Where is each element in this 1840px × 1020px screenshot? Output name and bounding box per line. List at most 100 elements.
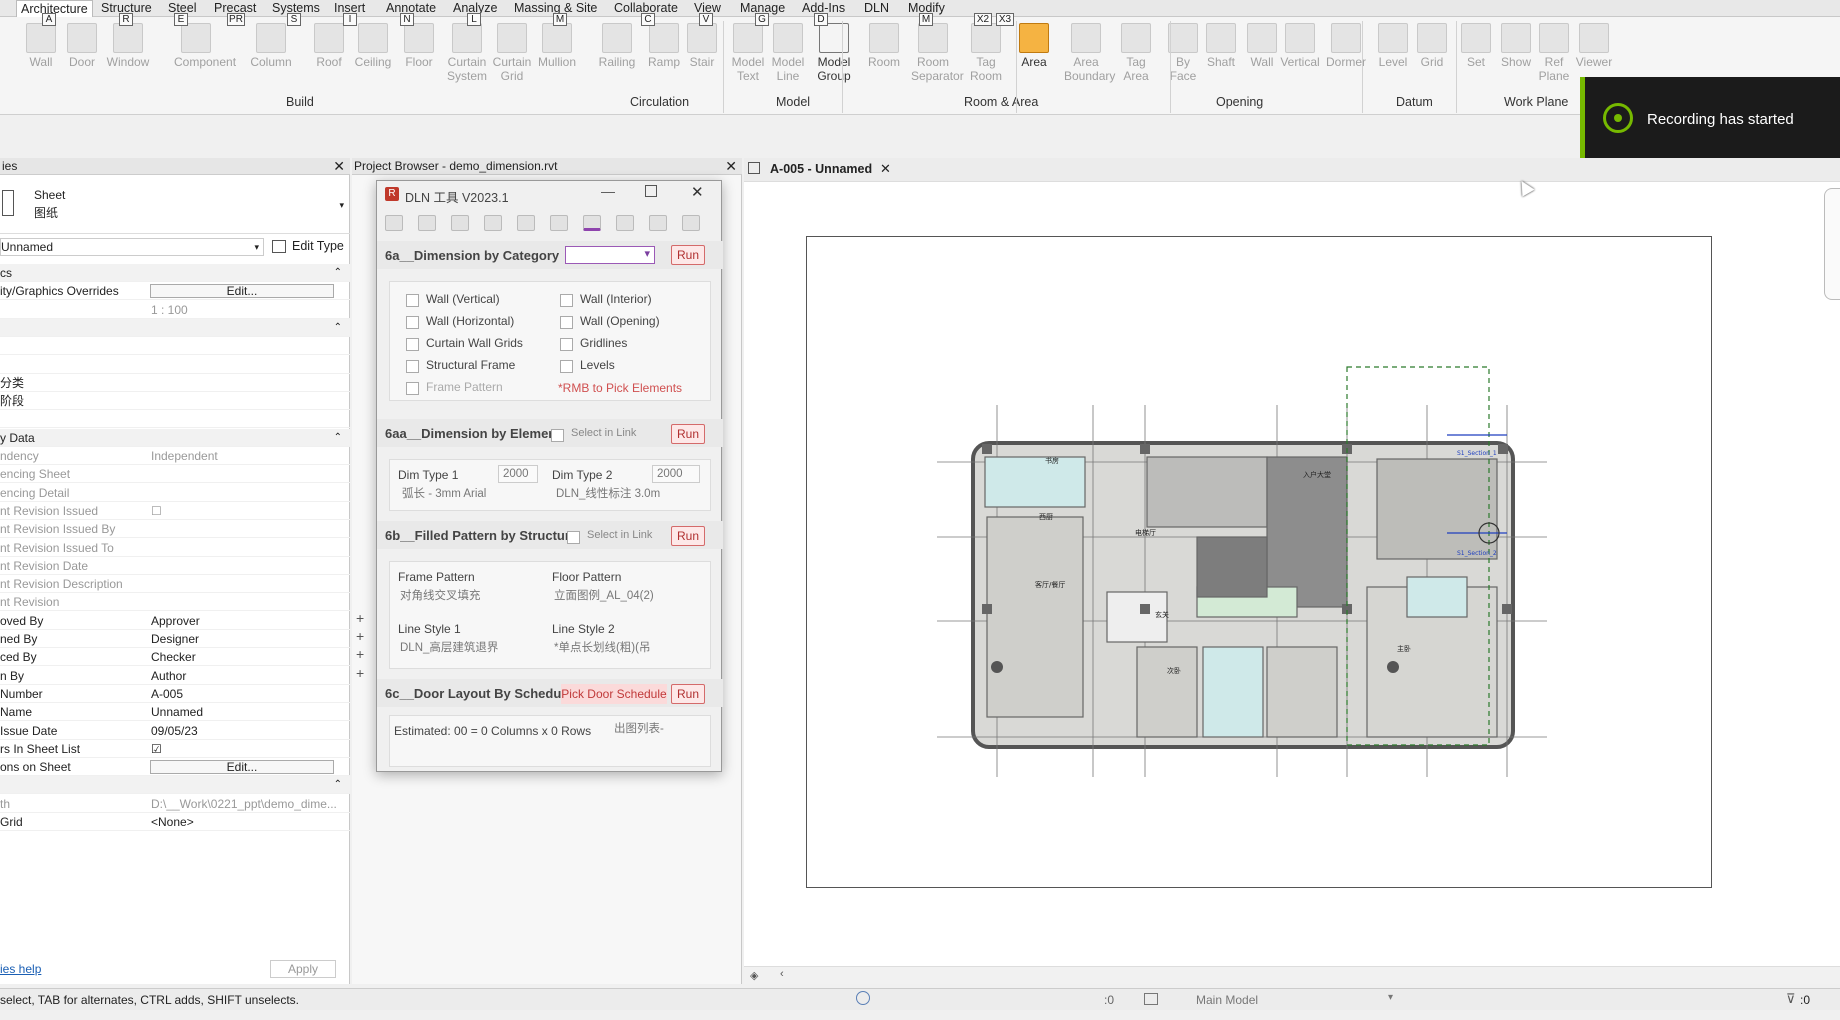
worksets-icon[interactable]: [1144, 993, 1158, 1005]
dim2-value[interactable]: 2000: [652, 465, 700, 483]
toolbar-tool-icon[interactable]: [484, 215, 502, 231]
collapse-icon[interactable]: ⌃: [334, 319, 342, 337]
tool-vertical-button[interactable]: Vertical: [1278, 23, 1322, 69]
tool-component-button[interactable]: Component: [174, 23, 236, 69]
ribbon-group-datum[interactable]: Datum: [1396, 95, 1433, 109]
toolbar-tool-icon[interactable]: [517, 215, 535, 231]
checkbox-curtain-wall-grids[interactable]: Curtain Wall Grids: [406, 336, 523, 351]
property-value[interactable]: <None>: [151, 813, 341, 831]
checkbox-wall-vertical-[interactable]: Wall (Vertical): [406, 292, 500, 307]
tool-grid-button[interactable]: Grid: [1410, 23, 1454, 69]
toolbar-tool-icon[interactable]: [451, 215, 469, 231]
ribbon-group-opening[interactable]: Opening: [1216, 95, 1263, 109]
ribbon-group-build[interactable]: Build: [286, 95, 314, 109]
tool-floor-button[interactable]: Floor: [397, 23, 441, 69]
run-6c-button[interactable]: Run: [671, 684, 705, 704]
property-value[interactable]: Unnamed: [151, 703, 341, 721]
tool-tag-room-button[interactable]: Tag Room: [964, 23, 1008, 83]
close-icon[interactable]: ✕: [725, 158, 737, 175]
collapse-icon[interactable]: ⌃: [334, 776, 342, 794]
property-group-header[interactable]: ⌃: [0, 318, 350, 337]
ribbon-group-room-area[interactable]: Room & Area: [964, 95, 1038, 109]
tool-area-button[interactable]: Area: [1012, 23, 1056, 69]
property-value[interactable]: A-005: [151, 685, 341, 703]
tool-wall-button[interactable]: Wall: [19, 23, 63, 69]
tool-curtain-system-button[interactable]: Curtain System: [445, 23, 489, 83]
property-value[interactable]: 09/05/23: [151, 722, 341, 740]
checkbox-structural-frame[interactable]: Structural Frame: [405, 358, 515, 373]
checkbox-gridlines[interactable]: Gridlines: [559, 336, 627, 351]
dim2-type[interactable]: DLN_线性标注 3.0m: [552, 486, 702, 504]
select-in-link-checkbox[interactable]: Select in Link: [550, 427, 636, 442]
tool-shaft-button[interactable]: Shaft: [1199, 23, 1243, 69]
tool-door-button[interactable]: Door: [60, 23, 104, 69]
tool-area-boundary-button[interactable]: Area Boundary: [1064, 23, 1115, 83]
property-value[interactable]: Approver: [151, 612, 341, 630]
toolbar-tool-icon[interactable]: [682, 215, 700, 231]
toolbar-tool-icon[interactable]: [550, 215, 568, 231]
toolbar-tool-icon[interactable]: [418, 215, 436, 231]
frame-pattern-select[interactable]: 对角线交叉填充: [396, 588, 536, 606]
floor-pattern-select[interactable]: 立面图例_AL_04(2): [550, 588, 700, 606]
expand-plus-icon[interactable]: +: [356, 628, 364, 644]
tool-room-button[interactable]: Room: [862, 23, 906, 69]
line-style1-select[interactable]: DLN_高层建筑退界: [396, 640, 536, 658]
toolbar-tool-icon[interactable]: [616, 215, 634, 231]
tool-tag-area-button[interactable]: Tag Area: [1114, 23, 1158, 83]
ribbon-group-work-plane[interactable]: Work Plane: [1504, 95, 1568, 109]
properties-help-link[interactable]: ies help: [0, 962, 41, 976]
worksharing-icon[interactable]: [856, 991, 870, 1005]
run-6aa-button[interactable]: Run: [671, 424, 705, 444]
tool-level-button[interactable]: Level: [1371, 23, 1415, 69]
toolbar-tool-icon[interactable]: [385, 215, 403, 231]
property-value[interactable]: Designer: [151, 630, 341, 648]
property-group-header[interactable]: ⌃: [0, 776, 350, 795]
checkbox-frame-pattern[interactable]: Frame Pattern: [406, 380, 503, 395]
apply-button[interactable]: Apply: [270, 960, 336, 978]
filter-icon[interactable]: ⊽: [1786, 991, 1796, 1007]
type-selector[interactable]: Sheet 图纸 ▾: [0, 176, 350, 234]
property-value[interactable]: ☑: [151, 740, 341, 758]
view-tab[interactable]: A-005 - Unnamed: [770, 162, 872, 176]
tool-railing-button[interactable]: Railing: [595, 23, 639, 69]
expand-plus-icon[interactable]: +: [356, 665, 364, 681]
checkbox-wall-opening-[interactable]: Wall (Opening): [560, 314, 660, 329]
scale-icon[interactable]: ◈: [750, 969, 758, 982]
tool-set-button[interactable]: Set: [1454, 23, 1498, 69]
property-group-header[interactable]: cs ⌃: [0, 264, 350, 282]
tool-roof-button[interactable]: Roof: [307, 23, 351, 69]
checkbox-wall-interior-[interactable]: Wall (Interior): [560, 292, 652, 307]
tool-ref-plane-button[interactable]: Ref Plane: [1532, 23, 1576, 83]
collapse-icon[interactable]: ⌃: [334, 264, 342, 282]
schedule-select[interactable]: 出图列表-: [610, 721, 700, 739]
tool-window-button[interactable]: Window: [106, 23, 150, 69]
checkbox-wall-horizontal-[interactable]: Wall (Horizontal): [405, 314, 514, 329]
toolbar-tool-icon[interactable]: [649, 215, 667, 231]
property-group-header[interactable]: y Data ⌃: [0, 428, 350, 447]
close-icon[interactable]: ✕: [880, 161, 891, 177]
edit-button[interactable]: Edit...: [150, 760, 334, 775]
tool-curtain-grid-button[interactable]: Curtain Grid: [490, 23, 534, 83]
ribbon-group-model[interactable]: Model: [776, 95, 810, 109]
select-in-link-checkbox[interactable]: Select in Link: [566, 529, 652, 544]
edit-type-button[interactable]: Edit Type: [272, 238, 344, 256]
line-style2-select[interactable]: *单点长划线(粗)(吊: [550, 640, 700, 658]
run-6a-button[interactable]: Run: [671, 245, 705, 265]
close-icon[interactable]: ✕: [691, 183, 704, 201]
checkbox-levels[interactable]: Levels: [560, 358, 615, 373]
model-selector[interactable]: Main Model: [1196, 993, 1258, 1007]
expand-plus-icon[interactable]: +: [356, 646, 364, 662]
minimize-icon[interactable]: —: [601, 183, 615, 199]
instance-selector[interactable]: Unnamed ▾: [0, 238, 264, 256]
expand-plus-icon[interactable]: +: [356, 610, 364, 626]
property-value[interactable]: Checker: [151, 648, 341, 666]
navigation-bar[interactable]: [1824, 188, 1840, 300]
edit-button[interactable]: Edit...: [150, 284, 334, 299]
tool-column-button[interactable]: Column: [249, 23, 293, 69]
tool-room-separator-button[interactable]: Room Separator: [911, 23, 964, 83]
collapse-icon[interactable]: ⌃: [334, 429, 342, 447]
tool-mullion-button[interactable]: Mullion: [535, 23, 579, 69]
dim1-type[interactable]: 弧长 - 3mm Arial: [398, 486, 538, 504]
dim1-value[interactable]: 2000: [498, 465, 538, 483]
toolbar-tool-icon[interactable]: [583, 215, 601, 231]
